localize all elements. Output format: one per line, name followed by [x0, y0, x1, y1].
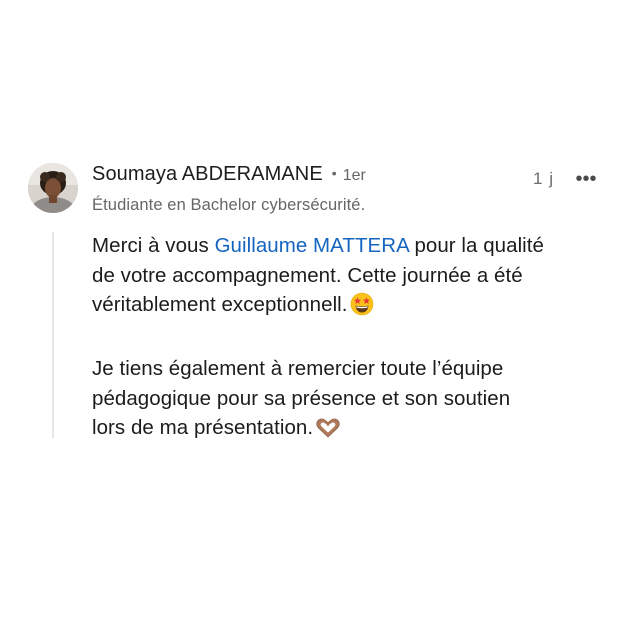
more-options-button[interactable]: ••• — [569, 169, 603, 189]
comment-paragraph-1: Merci à vous Guillaume MATTERA pour la q… — [92, 231, 617, 325]
text-before-mention: Merci à vous — [92, 234, 215, 257]
separator-dot: • — [331, 165, 337, 181]
comment-header: Soumaya ABDERAMANE • 1er Étudiante en Ba… — [92, 163, 605, 225]
avatar[interactable] — [28, 163, 78, 213]
author-headline: Étudiante en Bachelor cybersécurité. — [92, 196, 366, 214]
text-rest: de votre accompagnement. Cette journée a… — [92, 263, 523, 317]
profile-photo-icon — [28, 163, 78, 213]
mention-link[interactable]: Guillaume MATTERA — [215, 234, 409, 257]
comment-paragraph-2: Je tiens également à remercier toute l’é… — [92, 354, 617, 448]
heart-hands-emoji-icon — [315, 417, 341, 448]
timestamp: 1 j — [533, 169, 554, 188]
text-paragraph-2: Je tiens également à remercier toute l’é… — [92, 357, 511, 439]
text-after-mention: pour la qualité — [408, 234, 544, 257]
connection-degree: 1er — [342, 167, 366, 184]
author-name[interactable]: Soumaya ABDERAMANE — [92, 163, 323, 186]
comment-body: Merci à vous Guillaume MATTERA pour la q… — [92, 231, 617, 448]
author-row: Soumaya ABDERAMANE • 1er — [92, 163, 605, 193]
more-icon: ••• — [575, 168, 597, 190]
star-struck-emoji-icon — [350, 292, 374, 325]
thread-line — [52, 232, 54, 438]
comment-card: Soumaya ABDERAMANE • 1er Étudiante en Ba… — [0, 0, 625, 625]
